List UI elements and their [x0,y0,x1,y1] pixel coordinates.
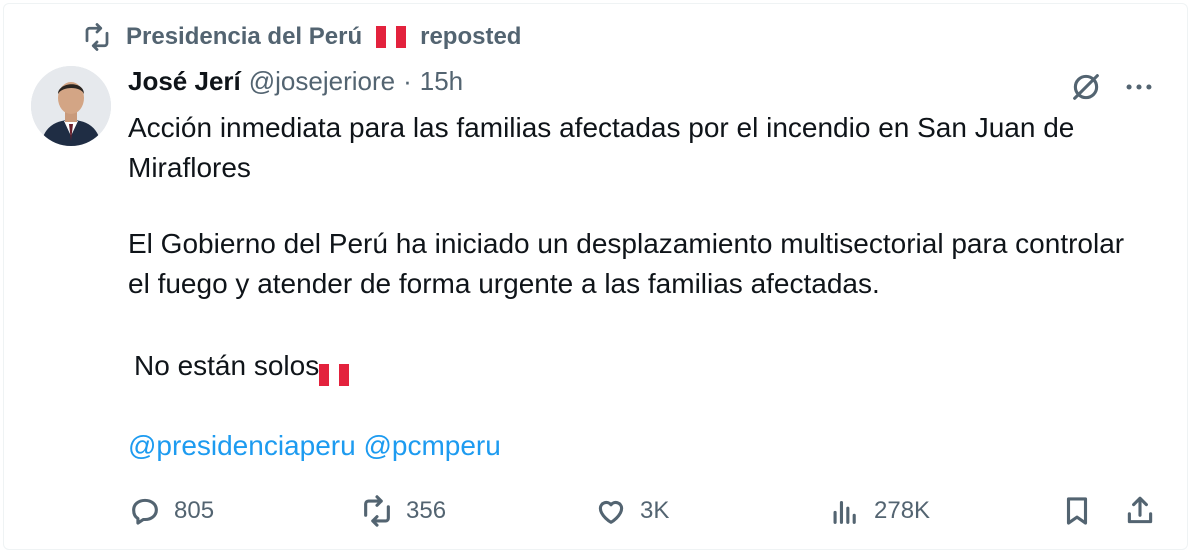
reply-button[interactable]: 805 [128,494,214,528]
like-icon [598,500,624,524]
timestamp[interactable]: 15h [420,66,463,97]
views-icon [833,500,856,524]
mention-pcmperu[interactable]: @pcmperu [363,430,500,461]
share-icon [1127,496,1153,524]
more-icon[interactable] [1121,70,1157,104]
tweet-paragraph-3: No están solos [128,346,1148,386]
bookmark-icon [1066,497,1088,525]
repost-count: 356 [406,497,447,524]
repost-icon [364,495,390,527]
repost-account[interactable]: Presidencia del Perú [126,23,362,51]
separator: · [403,66,412,96]
peru-flag-icon [376,26,407,48]
repost-label: reposted [420,23,522,50]
tweet-card[interactable]: Presidencia del Perú reposted José Jerí … [3,3,1188,550]
views-count: 278K [874,497,931,524]
action-bar: 805 356 3K 278K [128,494,1163,532]
bookmark-button[interactable] [1060,494,1094,528]
reply-count: 805 [174,497,215,524]
repost-icon [85,23,109,51]
reply-icon [132,498,158,525]
tweet-header: José Jerí @josejeriore · 15h [128,66,463,97]
repost-button[interactable]: 356 [360,494,446,528]
tweet-paragraph-3-text: No están solos [134,350,320,381]
tweet-text: Acción inmediata para las familias afect… [128,108,1148,466]
peru-flag-icon [319,357,350,386]
like-button[interactable]: 3K [594,494,669,528]
tweet-paragraph-1: Acción inmediata para las familias afect… [128,112,1075,183]
grok-icon[interactable] [1069,70,1103,104]
author-name[interactable]: José Jerí [128,66,241,97]
avatar-photo [31,66,111,146]
tweet-paragraph-2: El Gobierno del Perú ha iniciado un desp… [128,228,1125,299]
share-button[interactable] [1123,494,1157,528]
avatar[interactable] [31,66,111,146]
tweet-mentions: @presidenciaperu @pcmperu [128,426,1148,466]
views-button[interactable]: 278K [828,494,930,528]
repost-indicator: Presidencia del Perú reposted [82,22,521,52]
like-count: 3K [640,497,670,524]
author-handle[interactable]: @josejeriore [249,66,395,97]
mention-presidenciaperu[interactable]: @presidenciaperu [128,430,356,461]
